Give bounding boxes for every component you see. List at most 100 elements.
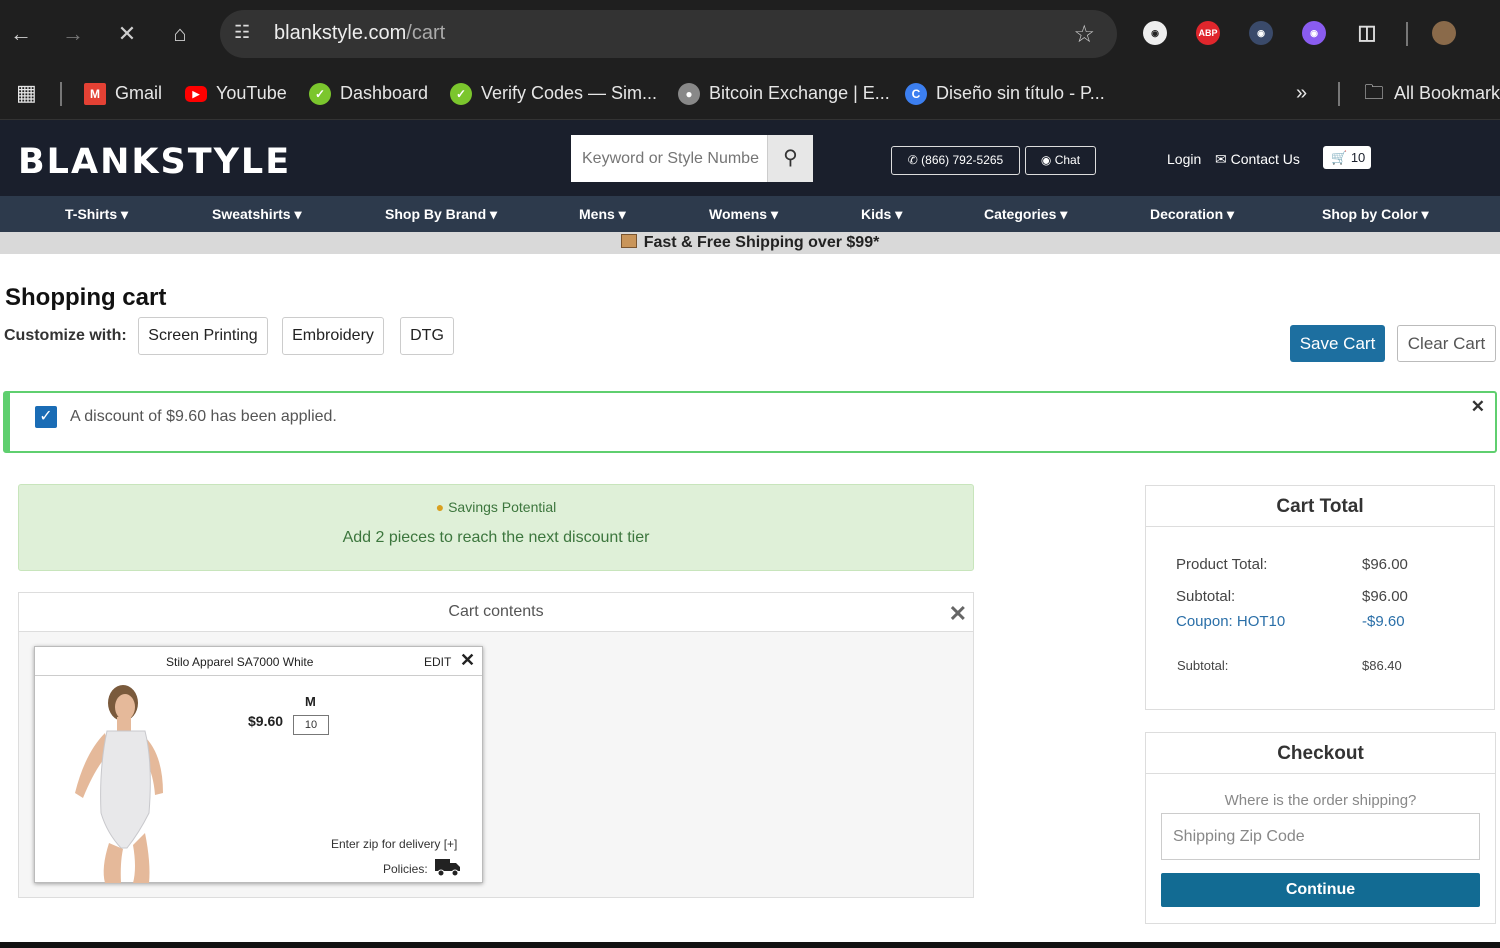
puzzle-icon[interactable]: ◫ [1355, 21, 1379, 45]
site-info-icon[interactable]: ☷ [234, 22, 250, 43]
checkout-panel: Checkout Where is the order shipping? Sh… [1145, 732, 1496, 924]
login-link[interactable]: Login [1167, 151, 1201, 167]
embroidery-button[interactable]: Embroidery [282, 317, 384, 355]
size-label: M [305, 694, 316, 709]
verify-icon: ✓ [450, 83, 472, 106]
search-box: ⚲ [571, 135, 813, 182]
address-bar[interactable]: ☷ blankstyle.com/cart ☆ [220, 10, 1117, 58]
screen-printing-button[interactable]: Screen Printing [138, 317, 268, 355]
all-bookmarks[interactable]: 🗀 All Bookmarks [1364, 78, 1500, 108]
bookmark-verify[interactable]: ✓ Verify Codes — Sim... [450, 78, 657, 108]
bookmark-bitcoin[interactable]: ● Bitcoin Exchange | E... [678, 78, 890, 108]
bottom-scrollbar[interactable] [0, 942, 1500, 948]
gmail-icon: M [84, 83, 106, 106]
phone-button[interactable]: ✆ (866) 792-5265 [891, 146, 1020, 175]
money-bag-icon: ● [435, 499, 449, 515]
extension-icon[interactable]: ◉ [1143, 21, 1167, 45]
bookmark-star-icon[interactable]: ☆ [1073, 20, 1095, 49]
page-title: Shopping cart [5, 284, 167, 311]
remove-item-icon[interactable]: ✕ [460, 650, 475, 671]
cart-icon: 🛒 [1331, 150, 1351, 165]
policies-label: Policies: [383, 862, 428, 876]
apps-icon[interactable]: ▦ [16, 78, 37, 108]
shipping-question: Where is the order shipping? [1224, 792, 1417, 809]
nav-kids[interactable]: Kids ▾ [861, 206, 902, 223]
browser-toolbar: ← → ✕ ⌂ ☷ blankstyle.com/cart ☆ ◉ ABP ◉ … [0, 0, 1500, 68]
truck-icon[interactable] [435, 857, 461, 877]
close-icon[interactable]: ✕ [1471, 397, 1485, 417]
folder-icon: 🗀 [1364, 82, 1384, 104]
divider [60, 82, 62, 106]
extension-icon[interactable]: ◉ [1249, 21, 1273, 45]
cart-contents: Cart contents ✕ Stilo Apparel SA7000 Whi… [18, 592, 974, 898]
cart-contents-title: Cart contents [19, 593, 973, 632]
adblock-icon[interactable]: ABP [1196, 21, 1220, 45]
cart-total-title: Cart Total [1146, 486, 1494, 527]
bookmark-dashboard[interactable]: ✓ Dashboard [309, 78, 428, 108]
divider [1338, 82, 1340, 106]
clear-cart-button[interactable]: Clear Cart [1397, 325, 1496, 362]
bookmark-gmail[interactable]: M Gmail [84, 78, 162, 108]
avatar[interactable] [1432, 21, 1456, 45]
bookmark-youtube[interactable]: ▶ YouTube [185, 78, 287, 108]
nav-womens[interactable]: Womens ▾ [709, 206, 778, 223]
youtube-icon: ▶ [185, 86, 207, 103]
coupon-label: Coupon: HOT10 [1176, 613, 1286, 630]
cart-item: Stilo Apparel SA7000 White EDIT ✕ M $9.6… [34, 646, 483, 883]
alert-message: A discount of $9.60 has been applied. [70, 408, 337, 425]
chat-button[interactable]: ◉ Chat [1025, 146, 1096, 175]
canva-icon: C [905, 83, 927, 106]
final-subtotal-label: Subtotal: [1177, 658, 1229, 673]
continue-button[interactable]: Continue [1161, 873, 1480, 907]
nav-mens[interactable]: Mens ▾ [579, 206, 626, 223]
coupon-value: -$9.60 [1362, 613, 1405, 630]
nav-shop-by-brand[interactable]: Shop By Brand ▾ [385, 206, 497, 223]
savings-message: Add 2 pieces to reach the next discount … [342, 529, 650, 546]
divider [1406, 22, 1408, 46]
nav-tshirts[interactable]: T-Shirts ▾ [65, 206, 128, 223]
cart-total-panel: Cart Total Product Total: $96.00 Subtota… [1145, 485, 1495, 710]
contact-link[interactable]: ✉ Contact Us [1215, 151, 1300, 168]
nav-decoration[interactable]: Decoration ▾ [1150, 206, 1234, 223]
save-cart-button[interactable]: Save Cart [1290, 325, 1385, 362]
subtotal-label: Subtotal: [1176, 588, 1236, 605]
home-icon[interactable]: ⌂ [163, 17, 197, 51]
nav-shop-by-color[interactable]: Shop by Color ▾ [1322, 206, 1429, 223]
close-icon[interactable]: ✕ [949, 601, 967, 627]
url-text[interactable]: blankstyle.com/cart [274, 22, 445, 45]
product-image [75, 685, 163, 883]
envelope-icon: ✉ [1215, 151, 1231, 167]
back-icon[interactable]: ← [4, 17, 38, 51]
cart-button[interactable]: 🛒 10 [1323, 146, 1371, 169]
edit-link[interactable]: EDIT [424, 655, 451, 669]
zip-code-input[interactable]: Shipping Zip Code [1161, 813, 1480, 860]
globe-icon: ● [678, 83, 700, 106]
final-subtotal-value: $86.40 [1362, 658, 1402, 673]
main-nav: T-Shirts ▾ Sweatshirts ▾ Shop By Brand ▾… [0, 196, 1500, 232]
subtotal-value: $96.00 [1362, 588, 1408, 605]
box-icon [620, 234, 637, 248]
savings-title: ● Savings Potential [435, 499, 557, 515]
nav-categories[interactable]: Categories ▾ [984, 206, 1067, 223]
forward-icon[interactable]: → [56, 17, 90, 51]
dashboard-icon: ✓ [309, 83, 331, 106]
extension-icon[interactable]: ◉ [1302, 21, 1326, 45]
savings-potential: ● Savings Potential Add 2 pieces to reac… [18, 484, 974, 571]
chat-icon: ◉ [1040, 153, 1055, 167]
discount-alert: ✓ A discount of $9.60 has been applied. … [3, 391, 1497, 453]
dtg-button[interactable]: DTG [400, 317, 454, 355]
checkbox-checked-icon: ✓ [35, 406, 57, 428]
logo[interactable]: BLANKSTYLE [18, 142, 291, 182]
delivery-zip-link[interactable]: Enter zip for delivery [+] [331, 837, 457, 851]
item-name: Stilo Apparel SA7000 White [166, 655, 314, 669]
nav-sweatshirts[interactable]: Sweatshirts ▾ [212, 206, 302, 223]
search-icon[interactable]: ⚲ [767, 135, 813, 182]
checkout-title: Checkout [1146, 733, 1495, 774]
stop-icon[interactable]: ✕ [110, 17, 144, 51]
search-input[interactable] [571, 135, 767, 182]
bookmark-canva[interactable]: C Diseño sin título - P... [905, 78, 1105, 108]
customize-label: Customize with: [4, 327, 127, 344]
more-bookmarks-icon[interactable]: » [1296, 78, 1307, 108]
item-price: $9.60 [248, 713, 284, 729]
quantity-input[interactable]: 10 [293, 715, 329, 735]
